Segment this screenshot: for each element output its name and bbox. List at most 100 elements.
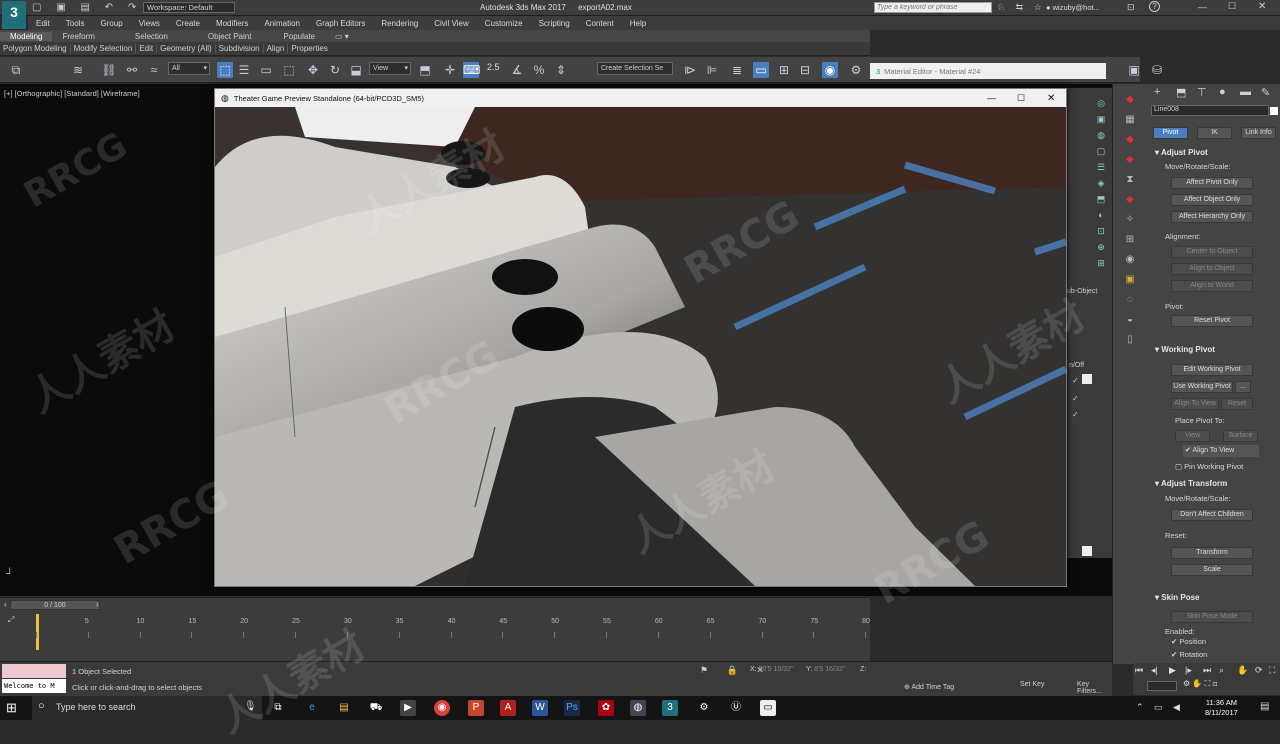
y-coordinate[interactable]: Y: 8'5 16/32" <box>806 666 845 673</box>
app-icon[interactable]: ⚙ <box>696 700 712 716</box>
curve-editor-icon[interactable]: ⊞ <box>776 62 792 78</box>
affect-hierarchy-only-button[interactable]: Affect Hierarchy Only <box>1171 211 1253 223</box>
spinner-snap-icon[interactable]: ⇕ <box>553 62 569 78</box>
panel-edit[interactable]: Edit <box>136 44 158 53</box>
zoom-icon[interactable]: ⌕ <box>1219 665 1224 676</box>
material-editor-icon[interactable]: ◉ <box>822 62 838 78</box>
time-slider[interactable]: 0 / 100 <box>10 600 100 610</box>
minimize-icon[interactable]: — <box>1198 2 1207 12</box>
windows-start-icon[interactable]: ⊞ <box>6 700 17 716</box>
layer-explorer-icon[interactable]: ≣ <box>729 62 745 78</box>
unreal-icon[interactable]: Ⓤ <box>728 700 744 716</box>
render-icon[interactable]: ⛁ <box>1149 62 1165 78</box>
reset-scale-button[interactable]: Scale <box>1171 564 1253 576</box>
app-icon[interactable]: ✿ <box>598 700 614 716</box>
utilities-tab-icon[interactable]: ✎ <box>1261 86 1270 99</box>
mini-curve-editor-icon[interactable]: ⤢ <box>8 615 14 625</box>
percent-snap-icon[interactable]: % <box>531 62 547 78</box>
render-setup-icon[interactable]: ⚙ <box>848 62 864 78</box>
ribbon-options-icon[interactable]: ▭ ▾ <box>325 32 359 41</box>
menu-item-views[interactable]: Views <box>131 19 168 28</box>
task-view-icon[interactable]: ⧉ <box>270 700 286 716</box>
scene-explorer-icon[interactable]: ⧉ <box>8 62 24 78</box>
play-icon[interactable]: ▶ <box>1169 665 1176 676</box>
menu-item-edit[interactable]: Edit <box>28 19 58 28</box>
edge-icon[interactable]: e <box>304 700 320 716</box>
manipulate-icon[interactable]: ✛ <box>442 62 458 78</box>
game-window-titlebar[interactable]: ◍ Theater Game Preview Standalone (64-bi… <box>215 89 1066 107</box>
game-preview-window[interactable]: ◍ Theater Game Preview Standalone (64-bi… <box>214 88 1067 587</box>
rotate-icon[interactable]: ↻ <box>327 62 343 78</box>
3dsmax-icon[interactable]: 3 <box>662 700 678 716</box>
working-pivot-options-button[interactable]: ... <box>1235 381 1251 393</box>
rendered-frame-icon[interactable]: ▣ <box>1126 62 1142 78</box>
menu-item-customize[interactable]: Customize <box>477 19 531 28</box>
select-by-name-icon[interactable]: ☰ <box>236 62 252 78</box>
panel-modify-selection[interactable]: Modify Selection <box>71 44 137 53</box>
playback-controls[interactable]: ⏮ ◂| ▶ |▸ ⏭ ⌕ ✋ ⟳ ⛶ ⚙ ✋ ⛶ ⊡ <box>1133 663 1280 695</box>
search-tools-icons[interactable]: ♘ ⇆ ☆ <box>997 2 1046 13</box>
pivot-center-icon[interactable]: ⬒ <box>417 62 433 78</box>
notifications-icon[interactable]: ▤ <box>1260 701 1269 712</box>
time-config-icon[interactable]: ⚙ ✋ ⛶ ⊡ <box>1183 679 1218 689</box>
hierarchy-tab-icon[interactable]: ⊤ <box>1197 86 1207 99</box>
schematic-view-icon[interactable]: ⊟ <box>797 62 813 78</box>
timeline[interactable]: ‹ 0 / 100 › ⤢ 5 10 15 20 25 30 35 40 45 50 55 60 65 7… <box>0 597 870 661</box>
add-time-tag[interactable]: ⊕ Add Time Tag <box>904 683 954 691</box>
chrome-icon[interactable]: ◉ <box>434 700 450 716</box>
menu-item-create[interactable]: Create <box>168 19 208 28</box>
tab-link-info[interactable]: Link Info <box>1241 127 1276 139</box>
menu-item-rendering[interactable]: Rendering <box>373 19 426 28</box>
game-render-canvas[interactable] <box>215 107 1066 586</box>
center-to-object-button[interactable]: Center to Object <box>1171 246 1253 258</box>
user-account[interactable]: ● wizuby@hot... <box>1046 3 1100 12</box>
use-working-pivot-button[interactable]: Use Working Pivot <box>1171 381 1233 393</box>
align-icon[interactable]: ⊫ <box>704 62 720 78</box>
adjust-pivot-header[interactable]: ▾ Adjust Pivot <box>1155 148 1280 160</box>
set-key-button[interactable]: Set Key <box>1020 681 1045 688</box>
create-tab-icon[interactable]: + <box>1154 86 1160 98</box>
menu-item-civil-view[interactable]: Civil View <box>426 19 477 28</box>
object-color-swatch[interactable] <box>1270 107 1278 115</box>
workspace-dropdown[interactable]: Workspace: Default <box>143 2 235 13</box>
align-to-object-button[interactable]: Align to Object <box>1171 263 1253 275</box>
select-object-icon[interactable]: ⬚ <box>217 62 233 78</box>
dont-affect-children-button[interactable]: Don't Affect Children <box>1171 509 1253 521</box>
clock[interactable]: 11:36 AM 8/11/2017 <box>1205 698 1238 718</box>
app-icon[interactable]: ◍ <box>630 700 646 716</box>
viewport-label[interactable]: [+] [Orthographic] [Standard] [Wireframe… <box>4 89 140 98</box>
angle-snap-icon[interactable]: ∡ <box>509 62 525 78</box>
tab-pivot[interactable]: Pivot <box>1153 127 1188 139</box>
reference-coordinate-dropdown[interactable]: View ▾ <box>369 62 411 75</box>
region-select-icon[interactable]: ▭ <box>258 62 274 78</box>
panel-subdivision[interactable]: Subdivision <box>216 44 264 53</box>
maxscript-field[interactable]: Welcome to M <box>2 679 66 693</box>
prev-frame-button[interactable]: ‹ <box>4 600 7 609</box>
align-to-view-button[interactable]: Align To View <box>1171 398 1219 410</box>
display-tab-icon[interactable]: ▬ <box>1240 86 1251 98</box>
bind-space-warp-icon[interactable]: ≈ <box>146 62 162 78</box>
panel-align[interactable]: Align <box>264 44 289 53</box>
media-icon[interactable]: ▶ <box>400 700 416 716</box>
file-explorer-icon[interactable]: ▤ <box>336 700 352 716</box>
taskbar-search[interactable]: ○ Type here to search 🎙 <box>32 696 262 720</box>
tab-object-paint[interactable]: Object Paint <box>198 32 262 41</box>
affect-pivot-only-button[interactable]: Affect Pivot Only <box>1171 177 1253 189</box>
menu-item-content[interactable]: Content <box>578 19 622 28</box>
checkbox[interactable]: ✓ <box>1072 394 1079 403</box>
scale-icon[interactable]: ⬓ <box>348 62 364 78</box>
microphone-icon[interactable]: 🎙 <box>244 701 257 712</box>
window-crossing-icon[interactable]: ⬚ <box>281 62 297 78</box>
pan-icon[interactable]: ✋ <box>1237 665 1248 676</box>
snap-toggle[interactable]: 2.5 <box>487 62 500 72</box>
move-icon[interactable]: ✥ <box>305 62 321 78</box>
skin-pose-mode-button[interactable]: Skin Pose Mode <box>1171 611 1253 623</box>
scroll-up-icon[interactable] <box>1082 374 1092 384</box>
reset-transform-button[interactable]: Transform <box>1171 547 1253 559</box>
menu-item-graph-editors[interactable]: Graph Editors <box>308 19 373 28</box>
mirror-icon[interactable]: ⧐ <box>682 62 698 78</box>
store-icon[interactable]: ⛟ <box>368 700 384 716</box>
current-frame-field[interactable] <box>1147 681 1177 691</box>
panel-properties[interactable]: Properties <box>288 44 330 53</box>
place-view-button[interactable]: View <box>1175 430 1210 442</box>
